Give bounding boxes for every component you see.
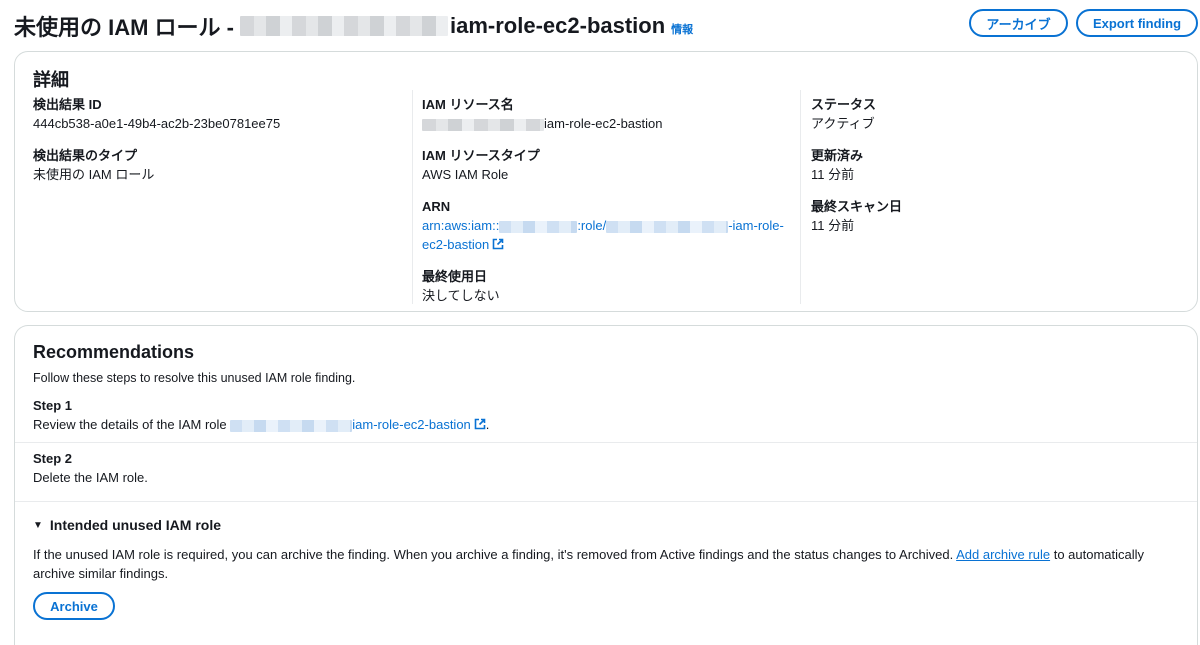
details-column-1: 検出結果 ID 444cb538-a0e1-49b4-ac2b-23be0781… <box>33 96 411 198</box>
status-value: アクティブ <box>811 116 875 131</box>
last-used-field: 最終使用日 決してしない <box>422 268 800 305</box>
arn-part-1: arn:aws:iam:: <box>422 218 500 233</box>
external-link-icon <box>474 418 486 430</box>
last-scan-field: 最終スキャン日 11 分前 <box>811 198 1180 235</box>
info-link[interactable]: 情報 <box>671 21 693 37</box>
redacted-resource-prefix <box>422 118 544 131</box>
last-used-label: 最終使用日 <box>422 269 488 284</box>
step-2-label: Step 2 <box>33 451 73 466</box>
updated-field: 更新済み 11 分前 <box>811 147 1180 184</box>
archive-top-button[interactable]: アーカイブ <box>969 9 1068 37</box>
arn-part-2: :role/ <box>577 218 607 233</box>
section-divider <box>15 501 1197 502</box>
page-title-suffix: iam-role-ec2-bastion <box>450 13 666 38</box>
step-1-text-end: . <box>485 417 490 432</box>
recommendations-heading: Recommendations <box>33 342 195 362</box>
arn-link[interactable]: arn:aws:iam:::role/ -iam-role- ec2-bastio… <box>422 216 792 254</box>
arn-part-3: -iam-role- <box>728 218 784 233</box>
expander-text-before: If the unused IAM role is required, you … <box>33 547 954 562</box>
resource-name-field: IAM リソース名 iam-role-ec2-bastion <box>422 96 800 133</box>
resource-name-suffix: iam-role-ec2-bastion <box>544 116 663 131</box>
expander-description: If the unused IAM role is required, you … <box>33 545 1163 583</box>
details-column-3: ステータス アクティブ 更新済み 11 分前 最終スキャン日 11 分前 <box>800 90 1180 304</box>
step-2-text: Delete the IAM role. <box>33 470 148 485</box>
resource-type-value: AWS IAM Role <box>422 167 509 182</box>
finding-type-field: 検出結果のタイプ 未使用の IAM ロール <box>33 147 411 184</box>
last-used-value: 決してしない <box>422 288 500 303</box>
arn-field: ARN arn:aws:iam:::role/ -iam-role- ec2-ba… <box>422 198 800 254</box>
step-1-label: Step 1 <box>33 398 73 413</box>
redacted-account-id <box>240 16 448 36</box>
recommendations-description: Follow these steps to resolve this unuse… <box>33 371 356 385</box>
details-column-2: IAM リソース名 iam-role-ec2-bastion IAM リソースタ… <box>412 90 800 304</box>
step-divider <box>15 442 1197 443</box>
resource-name-value: iam-role-ec2-bastion <box>422 114 800 133</box>
redacted-role-link-prefix <box>230 419 353 432</box>
status-field: ステータス アクティブ <box>811 96 1180 133</box>
finding-id-value: 444cb538-a0e1-49b4-ac2b-23be0781ee75 <box>33 116 281 131</box>
updated-value: 11 分前 <box>811 167 855 182</box>
step-1-text-prefix: Review the details of the IAM role <box>33 417 227 432</box>
step-1: Step 1 Review the details of the IAM rol… <box>33 397 489 434</box>
finding-id-label: 検出結果 ID <box>33 97 102 112</box>
add-archive-rule-link[interactable]: Add archive rule <box>956 547 1050 562</box>
arn-label: ARN <box>422 199 451 214</box>
details-container: 詳細 検出結果 ID 444cb538-a0e1-49b4-ac2b-23be0… <box>14 51 1198 312</box>
export-finding-button[interactable]: Export finding <box>1076 9 1198 37</box>
finding-type-value: 未使用の IAM ロール <box>33 167 155 182</box>
intended-unused-role-expander[interactable]: ▼ Intended unused IAM role <box>33 517 221 533</box>
step-2: Step 2 Delete the IAM role. <box>33 450 148 487</box>
updated-label: 更新済み <box>811 148 864 163</box>
status-label: ステータス <box>811 97 877 112</box>
redacted-arn-account <box>499 220 578 233</box>
resource-type-field: IAM リソースタイプ AWS IAM Role <box>422 147 800 184</box>
archive-button[interactable]: Archive <box>33 592 115 620</box>
arn-part-4: ec2-bastion <box>422 237 490 252</box>
redacted-arn-role <box>606 220 729 233</box>
role-details-link[interactable]: iam-role-ec2-bastion <box>352 417 471 432</box>
finding-type-label: 検出結果のタイプ <box>33 148 138 163</box>
finding-id-field: 検出結果 ID 444cb538-a0e1-49b4-ac2b-23be0781… <box>33 96 411 133</box>
page-title: 未使用の IAM ロール - iam-role-ec2-bastion 情報 <box>14 10 693 42</box>
external-link-icon <box>492 238 504 250</box>
recommendations-container: Recommendations Follow these steps to re… <box>14 325 1198 645</box>
expander-title: Intended unused IAM role <box>49 517 222 533</box>
resource-name-label: IAM リソース名 <box>422 97 514 112</box>
page-header: 未使用の IAM ロール - iam-role-ec2-bastion 情報 ア… <box>14 8 1198 42</box>
resource-type-label: IAM リソースタイプ <box>422 148 540 163</box>
last-scan-value: 11 分前 <box>811 218 855 233</box>
last-scan-label: 最終スキャン日 <box>811 199 903 214</box>
details-heading: 詳細 <box>33 70 69 90</box>
step-1-text: Review the details of the IAM role iam-r… <box>33 415 489 434</box>
page-title-prefix: 未使用の IAM ロール - <box>14 15 234 40</box>
caret-down-icon: ▼ <box>33 519 43 531</box>
